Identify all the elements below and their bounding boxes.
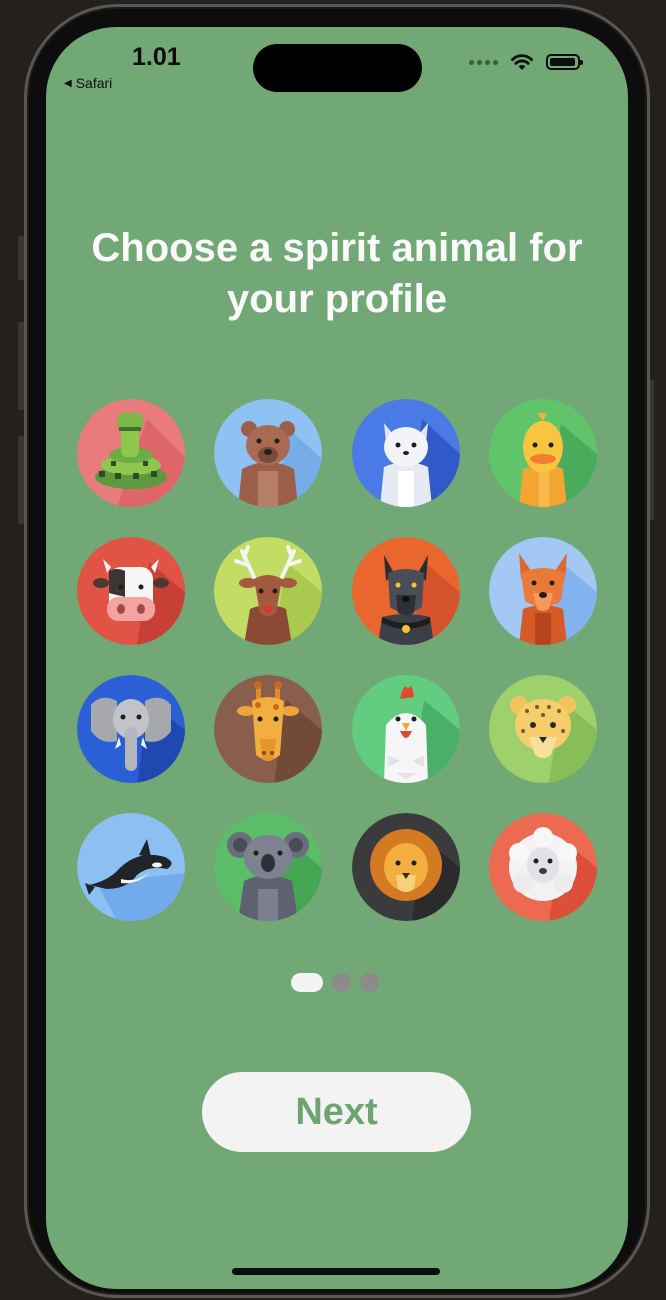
animal-leopard[interactable] [489,675,597,783]
animal-sheep[interactable] [489,813,597,921]
animal-duck[interactable] [489,399,597,507]
page-dot-active[interactable] [291,973,323,992]
animal-cat[interactable] [352,399,460,507]
animal-lion[interactable] [352,813,460,921]
animal-snake[interactable] [77,399,185,507]
animal-deer[interactable] [214,537,322,645]
next-button[interactable]: Next [202,1072,471,1152]
app-screen: 1.01 ◀ Safari Choose a spirit animal for… [46,27,628,1289]
page-dot[interactable] [360,973,379,992]
animal-fox[interactable] [489,537,597,645]
animal-chicken[interactable] [352,675,460,783]
animal-giraffe[interactable] [214,675,322,783]
animal-bear[interactable] [214,399,322,507]
animal-koala[interactable] [214,813,322,921]
animal-dog[interactable] [352,537,460,645]
animal-cow[interactable] [77,537,185,645]
home-indicator[interactable] [232,1268,440,1275]
page-indicator [291,973,379,992]
animal-orca[interactable] [77,813,185,921]
animal-elephant[interactable] [77,675,185,783]
page-dot[interactable] [332,973,351,992]
